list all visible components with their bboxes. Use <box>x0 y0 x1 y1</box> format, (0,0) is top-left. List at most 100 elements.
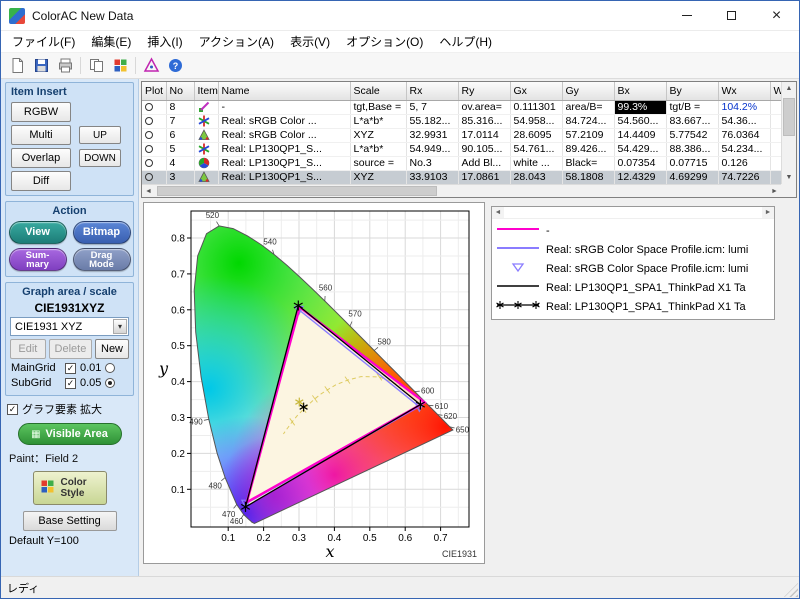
item-name: Real: LP130QP1_S... <box>218 170 350 184</box>
table-row-6[interactable]: 6Real: sRGB Color ...XYZ32.993117.011428… <box>142 128 781 142</box>
column-header-item[interactable]: Item <box>194 82 218 100</box>
maingrid-checkbox[interactable] <box>65 363 76 374</box>
svg-text:0.5: 0.5 <box>171 341 185 352</box>
new-button[interactable]: New <box>95 339 129 359</box>
legend-scroll-left-icon[interactable] <box>492 207 504 218</box>
summary-button[interactable]: Sum-mary <box>9 248 67 271</box>
menu-item-1[interactable]: ファイル(F) <box>4 31 83 52</box>
plot-toggle[interactable] <box>142 100 166 114</box>
column-header-no[interactable]: No <box>166 82 194 100</box>
bitmap-button[interactable]: Bitmap <box>73 221 131 244</box>
cell-wx: 104.2% <box>718 100 770 114</box>
chevron-down-icon[interactable] <box>113 319 127 334</box>
subgrid-checkbox[interactable] <box>65 378 76 389</box>
column-header-scale[interactable]: Scale <box>350 82 406 100</box>
print-icon[interactable] <box>54 55 76 77</box>
legend-scroll-right-icon[interactable] <box>762 207 774 218</box>
diff-button[interactable]: Diff <box>11 171 71 191</box>
plot-toggle[interactable] <box>142 128 166 142</box>
grid-001-radio[interactable] <box>105 363 115 373</box>
cell-bx: 54.560... <box>614 114 666 128</box>
scroll-left-icon[interactable] <box>142 185 155 197</box>
menu-item-2[interactable]: 編集(E) <box>83 31 139 52</box>
svg-text:0.2: 0.2 <box>257 533 271 544</box>
save-icon[interactable] <box>30 55 52 77</box>
vertical-scroll-thumb[interactable] <box>783 98 795 136</box>
copy-icon[interactable] <box>85 55 107 77</box>
edit-button[interactable]: Edit <box>10 339 46 359</box>
table-row-3[interactable]: 3Real: LP130QP1_S...XYZ33.910317.086128.… <box>142 170 781 184</box>
drag-mode-button[interactable]: DragMode <box>73 248 131 271</box>
close-button[interactable] <box>754 1 799 30</box>
view-button[interactable]: View <box>9 221 67 244</box>
graph-zoom-checkbox[interactable] <box>7 404 18 415</box>
plot-toggle[interactable] <box>142 114 166 128</box>
scroll-down-icon[interactable] <box>782 171 796 184</box>
scroll-right-icon[interactable] <box>768 185 781 197</box>
maximize-button[interactable] <box>709 1 754 30</box>
column-header-wx[interactable]: Wx <box>718 82 770 100</box>
menu-item-3[interactable]: 挿入(I) <box>139 31 190 52</box>
visible-area-button[interactable]: Visible Area <box>18 423 122 445</box>
multi-button[interactable]: Multi <box>11 125 71 145</box>
legend-item-5[interactable]: Real: LP130QP1_SPA1_ThinkPad X1 Ta <box>495 297 771 316</box>
svg-text:0.4: 0.4 <box>171 377 185 388</box>
column-header-name[interactable]: Name <box>218 82 350 100</box>
legend-label: - <box>546 225 550 237</box>
cell-bx: 0.07354 <box>614 156 666 170</box>
minimize-button[interactable] <box>664 1 709 30</box>
help-icon[interactable]: ? <box>164 55 186 77</box>
column-header-plot[interactable]: Plot <box>142 82 166 100</box>
menu-item-4[interactable]: アクション(A) <box>191 31 282 52</box>
column-header-by[interactable]: By <box>666 82 718 100</box>
item-name: Real: LP130QP1_S... <box>218 142 350 156</box>
rgbw-button[interactable]: RGBW <box>11 102 71 122</box>
legend-scrollbar[interactable] <box>492 207 774 219</box>
legend-item-1[interactable]: - <box>495 221 771 240</box>
gamut-icon[interactable] <box>140 55 162 77</box>
table-horizontal-scrollbar[interactable] <box>142 184 781 197</box>
svg-text:0.3: 0.3 <box>171 413 185 424</box>
plot-toggle[interactable] <box>142 156 166 170</box>
plot-toggle[interactable] <box>142 170 166 184</box>
down-button[interactable]: DOWN <box>79 149 121 167</box>
legend-item-2[interactable]: Real: sRGB Color Space Profile.icm: lumi <box>495 240 771 259</box>
menu-item-5[interactable]: 表示(V) <box>282 31 338 52</box>
cell-gx: 28.043 <box>510 170 562 184</box>
column-header-gy[interactable]: Gy <box>562 82 614 100</box>
table-row-5[interactable]: 5Real: LP130QP1_S...L*a*b*54.949...90.10… <box>142 142 781 156</box>
legend-item-3[interactable]: Real: sRGB Color Space Profile.icm: lumi <box>495 259 771 278</box>
overlap-button[interactable]: Overlap <box>11 148 71 168</box>
table-vertical-scrollbar[interactable] <box>781 82 796 184</box>
cell-wx: 0.126 <box>718 156 770 170</box>
resize-grip[interactable] <box>784 583 798 597</box>
chromaticity-chart[interactable]: 4604704804905205405605705806006106206500… <box>143 202 485 564</box>
table-row-8[interactable]: 8-tgt,Base =5, 7ov.area=0.111301area/B=9… <box>142 100 781 114</box>
color-style-button[interactable]: ColorStyle <box>33 471 107 505</box>
column-header-gx[interactable]: Gx <box>510 82 562 100</box>
up-button[interactable]: UP <box>79 126 121 144</box>
cell-bx: 99.3% <box>614 100 666 114</box>
column-header-rx[interactable]: Rx <box>406 82 458 100</box>
svg-text:0.7: 0.7 <box>434 533 448 544</box>
column-header-w[interactable]: W <box>770 82 781 100</box>
delete-button[interactable]: Delete <box>49 339 92 359</box>
legend-item-4[interactable]: Real: LP130QP1_SPA1_ThinkPad X1 Ta <box>495 278 771 297</box>
scroll-up-icon[interactable] <box>782 82 796 95</box>
menu-item-7[interactable]: ヘルプ(H) <box>431 31 500 52</box>
graph-area-select[interactable]: CIE1931 XYZ <box>10 317 129 336</box>
base-setting-button[interactable]: Base Setting <box>23 511 117 531</box>
color-grid-icon[interactable] <box>109 55 131 77</box>
column-header-ry[interactable]: Ry <box>458 82 510 100</box>
table-row-7[interactable]: 7Real: sRGB Color ...L*a*b*55.182...85.3… <box>142 114 781 128</box>
svg-text:610: 610 <box>435 402 449 411</box>
cell-by: 83.667... <box>666 114 718 128</box>
menu-item-6[interactable]: オプション(O) <box>338 31 431 52</box>
plot-toggle[interactable] <box>142 142 166 156</box>
cell-gy: 58.1808 <box>562 170 614 184</box>
new-file-icon[interactable] <box>6 55 28 77</box>
grid-005-radio[interactable] <box>105 378 115 388</box>
horizontal-scroll-thumb[interactable] <box>157 186 437 196</box>
table-row-4[interactable]: 4Real: LP130QP1_S...source =No.3Add Bl..… <box>142 156 781 170</box>
column-header-bx[interactable]: Bx <box>614 82 666 100</box>
